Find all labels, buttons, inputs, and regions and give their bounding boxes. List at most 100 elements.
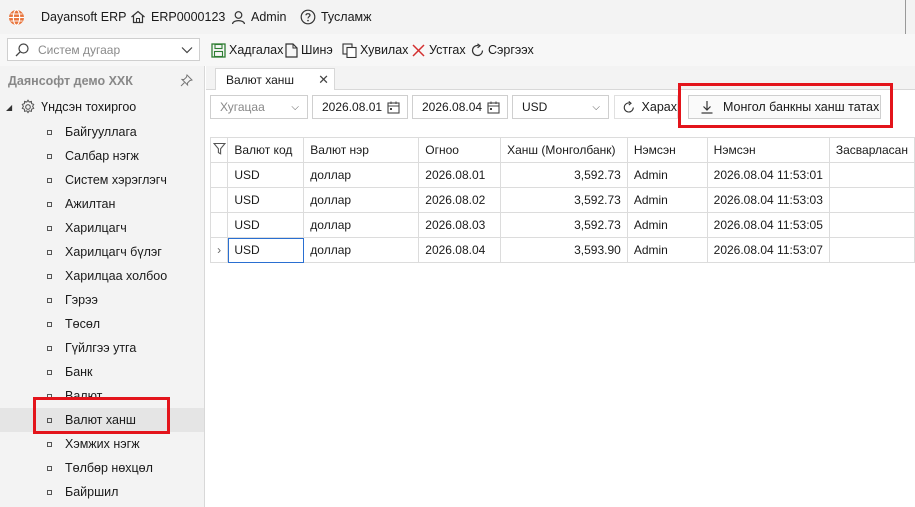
cell-currency-code[interactable]: USD [227,237,305,263]
row-indicator[interactable] [209,162,229,188]
sidebar-item-label: Харилцаа холбоо [65,269,168,283]
cell-currency-code[interactable]: USD [227,212,305,238]
sidebar-item[interactable]: Байгууллага [0,120,204,144]
cell-modified[interactable] [828,187,915,213]
currency-value: USD [522,100,548,114]
column-header-created-by[interactable]: Нэмсэн [626,137,708,163]
row-indicator[interactable] [209,212,229,238]
sidebar-item[interactable]: Харилцаа холбоо [0,264,204,288]
sidebar-item[interactable]: Харилцагч [0,216,204,240]
cell-date[interactable]: 2026.08.01 [418,162,502,188]
highlight-box-selected-item [33,397,170,434]
column-header-date[interactable]: Огноо [418,137,502,163]
sidebar-item[interactable]: Салбар нэгж [0,144,204,168]
user-icon [231,10,246,24]
calendar-icon[interactable] [387,101,400,114]
currency-select[interactable]: USD ⌵ [512,95,609,119]
sidebar-item-label: Гэрээ [65,293,98,307]
chevron-down-icon[interactable] [181,46,193,54]
tab-currency-rate[interactable]: Валют ханш ✕ [215,68,335,90]
home-icon [131,10,145,24]
cell-rate[interactable]: 3,593.90 [500,237,628,263]
table-row[interactable]: USD доллар 2026.08.02 3,592.73 Admin 2026.08.… [209,187,915,213]
cell-created-by[interactable]: Admin [626,237,708,263]
sidebar-item[interactable]: Банк [0,360,204,384]
filter-funnel-icon[interactable] [212,142,226,155]
save-button[interactable]: Хадгалах [211,41,283,59]
column-header-created-at[interactable]: Нэмсэн [706,137,830,163]
search-icon [15,42,29,56]
cell-rate[interactable]: 3,592.73 [500,212,628,238]
sidebar: Даянсофт демо ХХК ◢ Үндсэн тохиргоо Байг… [0,66,205,507]
cell-created-by[interactable]: Admin [626,187,708,213]
row-indicator[interactable] [209,187,229,213]
sidebar-item[interactable]: Төлбөр нөхцөл [0,456,204,480]
sidebar-item[interactable]: Систем хэрэглэгч [0,168,204,192]
sidebar-item[interactable]: Харилцагч бүлэг [0,240,204,264]
help-menu[interactable]: Тусламж [300,9,372,25]
cell-currency-code[interactable]: USD [227,187,305,213]
sidebar-item[interactable]: Гэрээ [0,288,204,312]
view-label: Харах [641,100,677,114]
user-menu[interactable]: Admin [231,9,286,25]
cell-currency-name[interactable]: доллар [303,212,420,238]
tree-root[interactable]: ◢ Үндсэн тохиргоо [6,99,136,115]
period-select[interactable]: Хугацаа ⌵ [210,95,308,119]
cell-rate[interactable]: 3,592.73 [500,162,628,188]
cell-modified[interactable] [828,237,915,263]
cell-currency-name[interactable]: доллар [303,187,420,213]
cell-created-at[interactable]: 2026.08.04 11:53:03 [706,187,830,213]
cell-modified[interactable] [828,162,915,188]
column-header-currency-name[interactable]: Валют нэр [303,137,420,163]
grid-filter-cell[interactable] [209,137,229,163]
system-number-search[interactable]: Систем дугаар [7,38,200,61]
sidebar-item-label: Төсөл [65,317,101,331]
cell-date[interactable]: 2026.08.03 [418,212,502,238]
new-button[interactable]: Шинэ [285,41,333,59]
column-header-modified[interactable]: Засварласан [828,137,915,163]
cell-currency-code[interactable]: USD [227,162,305,188]
date-from-picker[interactable]: 2026.08.01 [312,95,408,119]
calendar-icon[interactable] [487,101,500,114]
column-header-currency-code[interactable]: Валют код [227,137,305,163]
cell-created-at[interactable]: 2026.08.04 11:53:07 [706,237,830,263]
cell-currency-name[interactable]: доллар [303,237,420,263]
tree-bullet-icon [47,225,52,231]
save-label: Хадгалах [229,43,284,57]
sidebar-item[interactable]: Хэмжих нэгж [0,432,204,456]
sidebar-item[interactable]: Төсөл [0,312,204,336]
delete-button[interactable]: Устгах [411,41,466,59]
table-row[interactable]: USD доллар 2026.08.01 3,592.73 Admin 2026.08.… [209,162,915,188]
view-button[interactable]: Харах [614,95,678,119]
tree-bullet-icon [47,297,52,303]
sidebar-item[interactable]: Гүйлгээ утга [0,336,204,360]
table-row[interactable]: USD доллар 2026.08.03 3,592.73 Admin 2026.08.… [209,212,915,238]
row-indicator[interactable]: › [209,237,229,263]
sidebar-item-label: Хэмжих нэгж [65,437,140,451]
tree-root-label: Үндсэн тохиргоо [41,100,137,114]
copy-button[interactable]: Хувилах [342,41,408,59]
column-header-rate[interactable]: Ханш (Монголбанк) [500,137,628,163]
company-name: Даянсофт демо ХХК [8,74,133,88]
cell-created-by[interactable]: Admin [626,212,708,238]
collapse-arrow-icon[interactable]: ◢ [6,103,12,112]
cell-created-by[interactable]: Admin [626,162,708,188]
cell-created-at[interactable]: 2026.08.04 11:53:05 [706,212,830,238]
refresh-button[interactable]: Сэргээх [470,41,534,59]
sidebar-item-label: Салбар нэгж [65,149,139,163]
close-tab-icon[interactable]: ✕ [318,72,329,88]
sidebar-item-label: Төлбөр нөхцөл [65,461,153,475]
sidebar-item[interactable]: Ажилтан [0,192,204,216]
date-to-picker[interactable]: 2026.08.04 [412,95,508,119]
pin-icon[interactable] [180,74,193,90]
cell-date[interactable]: 2026.08.02 [418,187,502,213]
system-code[interactable]: ERP0000123 [130,9,225,25]
cell-currency-name[interactable]: доллар [303,162,420,188]
cell-created-at[interactable]: 2026.08.04 11:53:01 [706,162,830,188]
sidebar-item[interactable]: Байршил [0,480,204,504]
cell-rate[interactable]: 3,592.73 [500,187,628,213]
cell-date[interactable]: 2026.08.04 [418,237,502,263]
table-row[interactable]: › USD доллар 2026.08.04 3,593.90 Admin 2026.08… [209,237,915,263]
cell-modified[interactable] [828,212,915,238]
globe-logo-icon [9,8,24,26]
